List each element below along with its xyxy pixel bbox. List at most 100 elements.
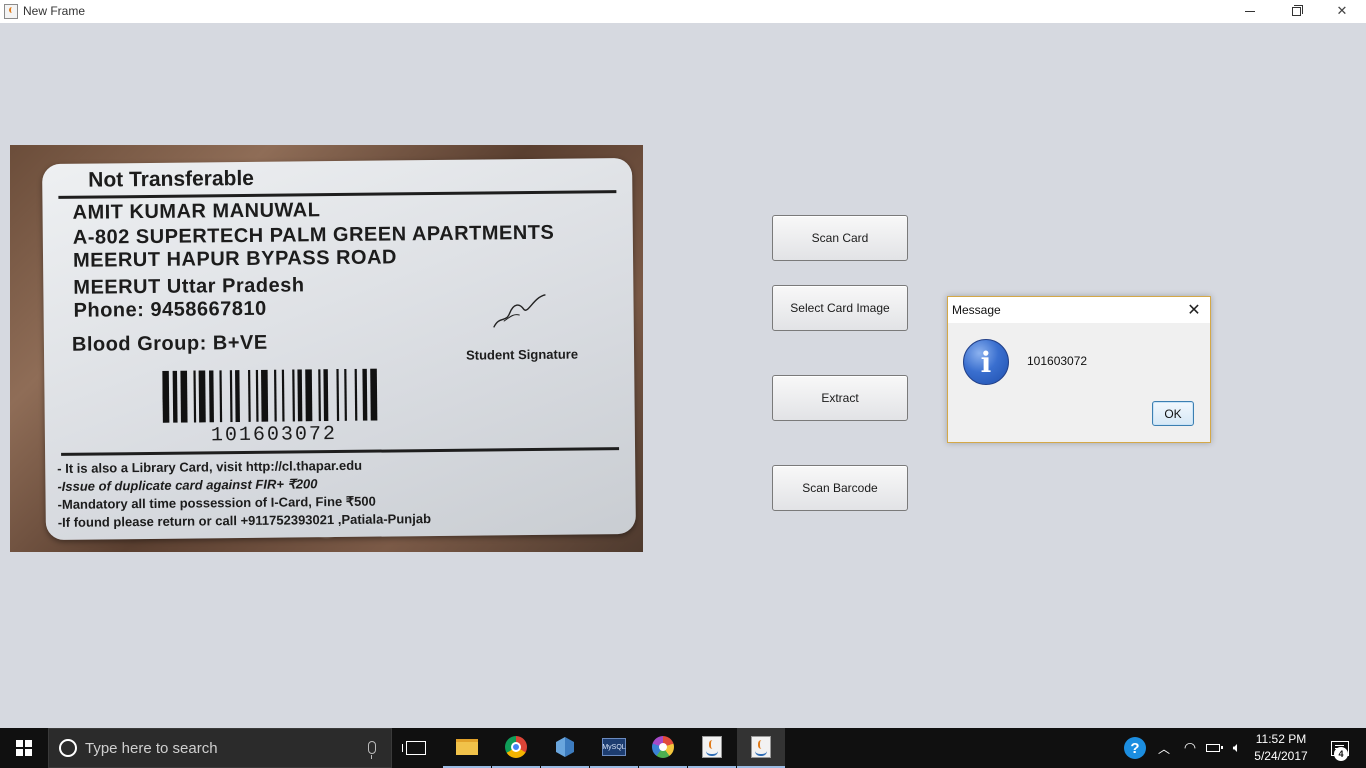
barcode-bar bbox=[323, 369, 329, 422]
card-note-4: -If found please return or call +9117523… bbox=[57, 511, 432, 530]
barcode-bar bbox=[219, 370, 223, 423]
id-card: Not Transferable AMIT KUMAR MANUWAL A-80… bbox=[42, 157, 636, 541]
microphone-icon[interactable] bbox=[368, 741, 376, 759]
help-icon: ? bbox=[1124, 737, 1146, 759]
barcode-bar bbox=[198, 370, 206, 423]
barcode-bar bbox=[193, 370, 197, 423]
signature-image bbox=[493, 294, 546, 328]
barcode-bar bbox=[172, 370, 178, 423]
cube-app-icon bbox=[556, 737, 574, 757]
close-button[interactable]: ✕ bbox=[1319, 0, 1365, 23]
start-button[interactable] bbox=[0, 728, 48, 768]
minimize-button[interactable] bbox=[1227, 0, 1273, 23]
barcode-bar bbox=[362, 368, 368, 421]
battery-button[interactable] bbox=[1203, 728, 1223, 768]
java-icon bbox=[702, 736, 722, 758]
barcode-bar bbox=[336, 369, 340, 422]
barcode-bar bbox=[248, 369, 251, 422]
taskbar-clock[interactable]: 11:52 PM 5/24/2017 bbox=[1250, 731, 1312, 765]
notification-count-badge: 4 bbox=[1334, 747, 1348, 761]
scan-card-button[interactable]: Scan Card bbox=[772, 215, 908, 261]
barcode-bar bbox=[370, 368, 378, 421]
close-icon: ✕ bbox=[1336, 4, 1348, 19]
java-app-icon bbox=[4, 4, 18, 19]
close-icon: ✕ bbox=[1187, 300, 1201, 319]
barcode-bar bbox=[274, 369, 277, 422]
java-icon bbox=[751, 736, 771, 758]
taskbar-file-explorer[interactable] bbox=[443, 728, 491, 768]
dialog-message: 101603072 bbox=[1027, 354, 1088, 368]
signature-label: Student Signature bbox=[465, 346, 579, 363]
barcode-bar bbox=[229, 370, 233, 423]
mysql-icon: MySQL bbox=[602, 738, 626, 756]
task-view-button[interactable] bbox=[392, 728, 440, 768]
speaker-icon: 🔈︎ bbox=[1232, 740, 1242, 756]
barcode-bar bbox=[235, 370, 240, 423]
card-note-2: -Issue of duplicate card against FIR+ ₹2… bbox=[57, 476, 318, 494]
task-view-icon bbox=[402, 741, 426, 755]
cortana-icon bbox=[59, 739, 77, 757]
windows-logo-icon bbox=[16, 740, 32, 756]
taskbar: Type here to search MySQL ? ︿ ◠ 🔈︎ 11:52… bbox=[0, 728, 1366, 768]
card-address-line1: A-802 SUPERTECH PALM GREEN APARTMENTS bbox=[72, 221, 555, 249]
barcode-graphic bbox=[162, 368, 378, 423]
card-name: AMIT KUMAR MANUWAL bbox=[72, 199, 321, 224]
clock-time: 11:52 PM bbox=[1255, 732, 1307, 746]
window-titlebar: New Frame ✕ bbox=[0, 0, 1366, 23]
ok-button[interactable]: OK bbox=[1152, 401, 1194, 426]
barcode-bar bbox=[162, 370, 170, 423]
card-phone: Phone: 9458667810 bbox=[73, 297, 267, 322]
volume-button[interactable]: 🔈︎ bbox=[1227, 728, 1247, 768]
barcode-bar bbox=[297, 369, 303, 422]
chevron-up-icon: ︿ bbox=[1157, 741, 1170, 756]
card-divider-bottom bbox=[61, 447, 620, 456]
barcode-bar bbox=[292, 369, 295, 422]
taskbar-mysql[interactable]: MySQL bbox=[590, 728, 638, 768]
extract-button[interactable]: Extract bbox=[772, 375, 908, 421]
barcode-bar bbox=[281, 369, 285, 422]
taskbar-picasa[interactable] bbox=[639, 728, 687, 768]
barcode-bar bbox=[255, 369, 259, 422]
battery-icon bbox=[1206, 744, 1223, 752]
window-title: New Frame bbox=[23, 4, 86, 18]
minimize-icon bbox=[1245, 11, 1255, 12]
restore-button[interactable] bbox=[1273, 0, 1319, 23]
taskbar-chrome[interactable] bbox=[492, 728, 540, 768]
dialog-close-button[interactable]: ✕ bbox=[1186, 302, 1202, 318]
select-card-image-button[interactable]: Select Card Image bbox=[772, 285, 908, 331]
taskbar-search-box[interactable]: Type here to search bbox=[48, 728, 392, 768]
taskbar-cube-app[interactable] bbox=[541, 728, 589, 768]
wifi-icon: ◠ bbox=[1183, 740, 1197, 756]
message-dialog: Message ✕ i 101603072 OK bbox=[947, 296, 1211, 443]
card-note-1: - It is also a Library Card, visit http:… bbox=[57, 457, 363, 476]
restore-icon bbox=[1291, 5, 1303, 16]
card-image: Not Transferable AMIT KUMAR MANUWAL A-80… bbox=[10, 145, 643, 552]
dialog-titlebar: Message ✕ bbox=[948, 297, 1210, 323]
card-blood-group: Blood Group: B+VE bbox=[71, 331, 268, 356]
help-tray-button[interactable]: ? bbox=[1123, 728, 1147, 768]
barcode-number: 101603072 bbox=[210, 423, 338, 448]
barcode-bar bbox=[305, 369, 313, 422]
network-button[interactable]: ◠ bbox=[1180, 728, 1200, 768]
barcode-bar bbox=[180, 370, 188, 423]
barcode-bar bbox=[318, 369, 321, 422]
folder-icon bbox=[456, 739, 478, 755]
card-address-line3: MEERUT Uttar Pradesh bbox=[73, 274, 305, 299]
barcode-bar bbox=[209, 370, 214, 423]
barcode-bar bbox=[261, 369, 269, 422]
card-address-line2: MEERUT HAPUR BYPASS ROAD bbox=[72, 246, 398, 272]
card-header: Not Transferable bbox=[88, 166, 255, 192]
barcode-bar bbox=[354, 368, 358, 421]
info-icon: i bbox=[963, 339, 1009, 385]
clock-date: 5/24/2017 bbox=[1254, 749, 1308, 763]
scan-barcode-button[interactable]: Scan Barcode bbox=[772, 465, 908, 511]
taskbar-java-app-2[interactable] bbox=[737, 728, 785, 768]
show-hidden-icons-button[interactable]: ︿ bbox=[1154, 728, 1174, 768]
dialog-title: Message bbox=[952, 303, 1001, 317]
barcode-bar bbox=[344, 368, 347, 421]
card-note-3: -Mandatory all time possession of I-Card… bbox=[57, 493, 376, 512]
search-placeholder: Type here to search bbox=[85, 740, 218, 757]
taskbar-java-app-1[interactable] bbox=[688, 728, 736, 768]
chrome-icon bbox=[505, 736, 527, 758]
picasa-icon bbox=[652, 736, 674, 758]
